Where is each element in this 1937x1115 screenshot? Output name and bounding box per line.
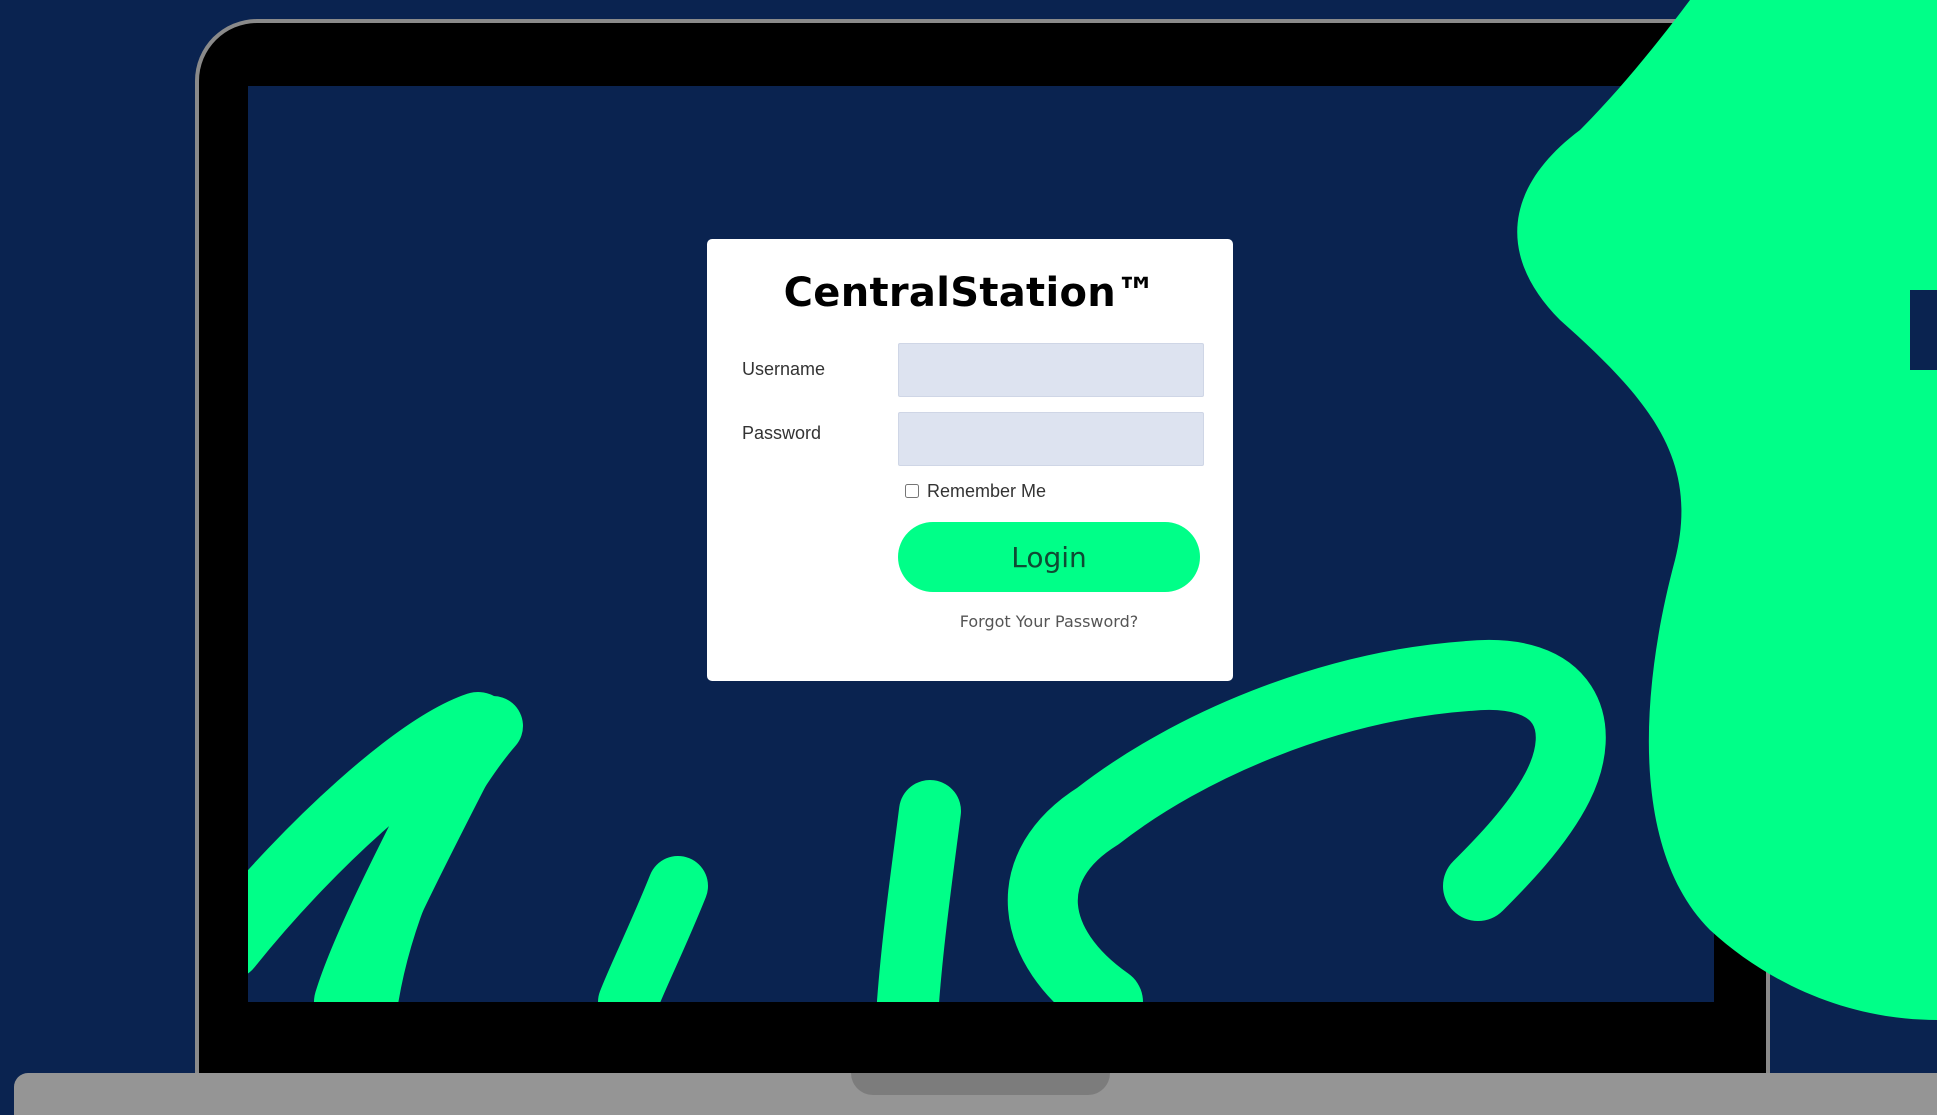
username-input[interactable] [898,343,1204,397]
login-button[interactable]: Login [898,522,1200,592]
username-label: Username [742,359,826,379]
password-label: Password [742,423,822,443]
remember-me-checkbox[interactable] [905,484,919,498]
password-input[interactable] [898,412,1204,466]
laptop-hinge-notch [851,1073,1110,1095]
remember-me-row[interactable]: Remember Me [905,480,1046,502]
remember-me-label[interactable]: Remember Me [927,481,1046,502]
app-title: CentralStation™ [783,270,1157,316]
forgot-password-link[interactable]: Forgot Your Password? [898,612,1200,631]
